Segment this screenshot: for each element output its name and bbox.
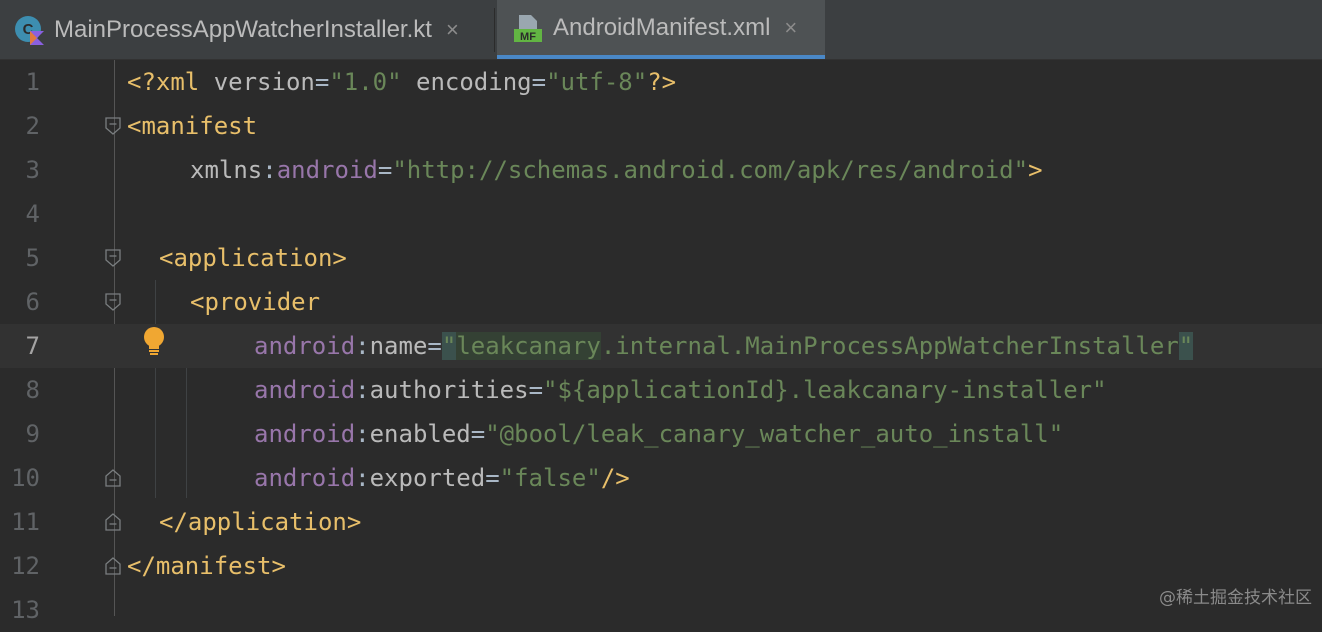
line-number: 13: [11, 596, 40, 624]
line-number: 8: [25, 376, 40, 404]
lightbulb-icon[interactable]: [141, 326, 167, 356]
code-line: 11 </application>: [0, 500, 1322, 544]
line-number: 6: [25, 288, 40, 316]
line-number: 4: [25, 200, 40, 228]
line-number: 2: [25, 112, 40, 140]
code-line: 5 <application>: [0, 236, 1322, 280]
close-tab-icon[interactable]: ×: [446, 17, 459, 43]
code-text: <?xml version="1.0" encoding="utf-8"?>: [127, 68, 677, 96]
watermark: @稀土掘金技术社区: [1159, 588, 1312, 608]
code-text: <manifest: [127, 112, 258, 140]
code-text: </manifest>: [127, 552, 286, 580]
line-number: 10: [11, 464, 40, 492]
code-line: 10 android:exported="false"/>: [0, 456, 1322, 500]
code-line: 9 android:enabled="@bool/leak_canary_wat…: [0, 412, 1322, 456]
fold-open-icon[interactable]: [105, 249, 121, 267]
editor-tab-bar: C MainProcessAppWatcherInstaller.kt × MF…: [0, 0, 1322, 60]
tab-android-manifest[interactable]: MF AndroidManifest.xml ×: [497, 0, 825, 59]
line-number: 7: [25, 332, 40, 360]
code-text: </application>: [159, 508, 362, 536]
tab-label: AndroidManifest.xml: [553, 13, 771, 41]
code-line: 6 <provider: [0, 280, 1322, 324]
code-line-current: 7 android:name="leakcanary.internal.Main…: [0, 324, 1322, 368]
code-text: android:enabled="@bool/leak_canary_watch…: [254, 420, 1064, 448]
code-line: 4: [0, 192, 1322, 236]
code-editor[interactable]: 1 <?xml version="1.0" encoding="utf-8"?>…: [0, 60, 1322, 624]
tab-label: MainProcessAppWatcherInstaller.kt: [54, 15, 432, 43]
line-number: 5: [25, 244, 40, 272]
code-text: xmlns:android="http://schemas.android.co…: [190, 156, 1043, 184]
code-text: <application>: [159, 244, 347, 272]
line-number: 12: [11, 552, 40, 580]
code-text: <provider: [190, 288, 321, 316]
fold-open-icon[interactable]: [105, 117, 121, 135]
fold-close-icon[interactable]: [105, 513, 121, 531]
code-line: 2 <manifest: [0, 104, 1322, 148]
fold-open-icon[interactable]: [105, 293, 121, 311]
code-line: 3 xmlns:android="http://schemas.android.…: [0, 148, 1322, 192]
line-number: 9: [25, 420, 40, 448]
fold-close-icon[interactable]: [105, 557, 121, 575]
kotlin-class-icon: C: [15, 15, 44, 45]
line-number: 1: [25, 68, 40, 96]
code-line: 13: [0, 588, 1322, 632]
code-text: android:name="leakcanary.internal.MainPr…: [254, 332, 1194, 360]
code-text: android:exported="false"/>: [254, 464, 630, 492]
code-line: 8 android:authorities="${applicationId}.…: [0, 368, 1322, 412]
code-text: android:authorities="${applicationId}.le…: [254, 376, 1107, 404]
tab-main-process-app-watcher-installer[interactable]: C MainProcessAppWatcherInstaller.kt ×: [0, 0, 494, 59]
line-number: 11: [11, 508, 40, 536]
code-line: 1 <?xml version="1.0" encoding="utf-8"?>: [0, 60, 1322, 104]
fold-close-icon[interactable]: [105, 469, 121, 487]
line-number: 3: [25, 156, 40, 184]
manifest-icon-text: MF: [520, 31, 536, 43]
manifest-file-icon: MF: [514, 14, 542, 43]
code-line: 12 </manifest>: [0, 544, 1322, 588]
tab-divider: [494, 8, 495, 52]
close-tab-icon[interactable]: ×: [784, 15, 797, 41]
